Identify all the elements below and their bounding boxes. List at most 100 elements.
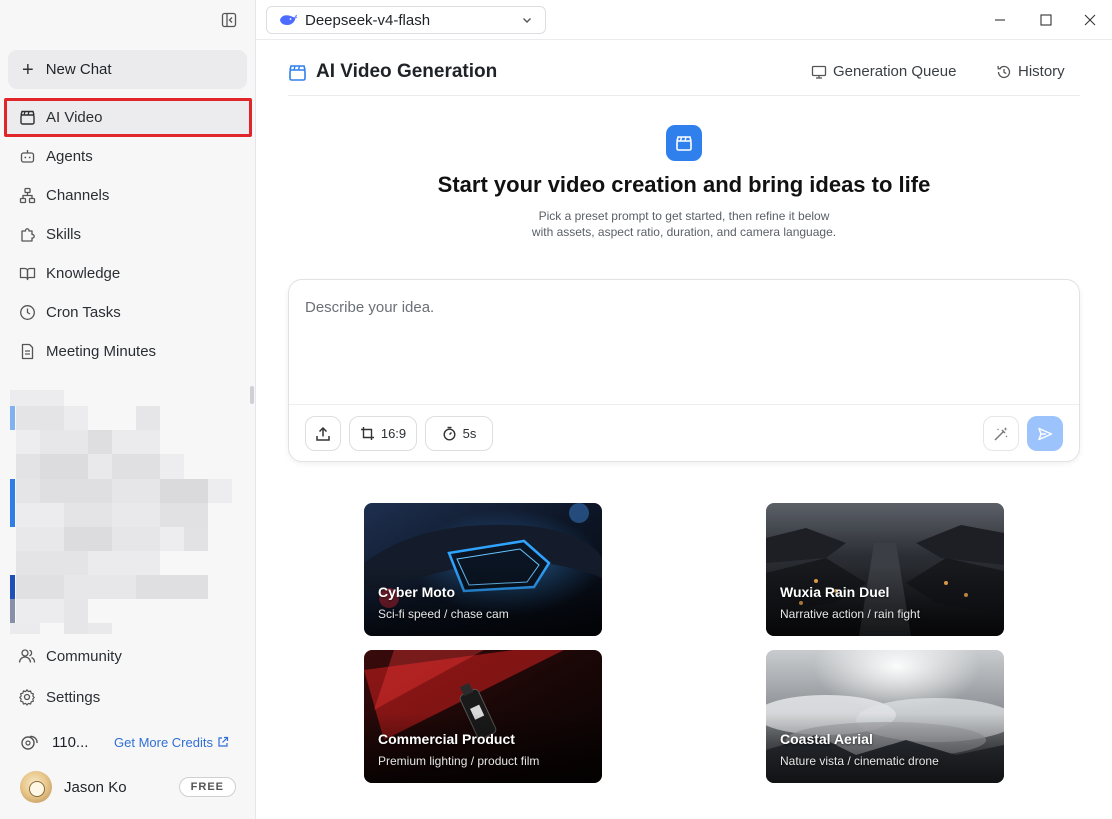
sidebar-item-community[interactable]: Community — [18, 644, 122, 668]
generation-queue-button[interactable]: Generation Queue — [811, 63, 956, 80]
sidebar-item-label: Agents — [46, 148, 93, 165]
preset-title: Wuxia Rain Duel — [780, 584, 890, 600]
sidebar-item-label: Knowledge — [46, 265, 121, 282]
avatar — [20, 771, 52, 803]
duration-button[interactable]: 5s — [425, 416, 493, 451]
topbar-divider — [256, 39, 1112, 40]
aspect-ratio-value: 16:9 — [380, 426, 407, 441]
gear-icon — [18, 688, 36, 706]
close-button[interactable] — [1080, 10, 1100, 30]
generation-queue-label: Generation Queue — [833, 63, 957, 80]
sidebar-nav: AI Video Agents Channels Skills Knowledg… — [4, 98, 252, 371]
history-label: History — [1018, 63, 1065, 80]
close-icon — [1084, 14, 1096, 26]
preset-card-commercial-product[interactable]: Commercial Product Premium lighting / pr… — [364, 650, 602, 783]
sidebar-collapse-icon — [221, 12, 237, 28]
preset-subtitle: Nature vista / cinematic drone — [780, 754, 939, 768]
book-icon — [18, 265, 36, 283]
video-badge-icon — [666, 125, 702, 161]
send-icon — [1038, 427, 1053, 440]
prompt-input[interactable] — [289, 280, 1079, 404]
prompt-composer: 16:9 5s — [288, 279, 1080, 462]
magic-wand-icon — [994, 426, 1008, 440]
hero-title: Start your video creation and bring idea… — [437, 172, 931, 197]
preset-title: Commercial Product — [378, 731, 515, 747]
chevron-down-icon — [523, 18, 531, 23]
sidebar-scrollbar[interactable] — [250, 386, 254, 404]
sidebar-item-meeting-minutes[interactable]: Meeting Minutes — [4, 332, 252, 371]
community-label: Community — [46, 647, 122, 665]
timer-icon — [442, 426, 457, 441]
duration-value: 5s — [462, 426, 477, 441]
preset-title: Cyber Moto — [378, 584, 455, 600]
preset-card-wuxia-rain-duel[interactable]: Wuxia Rain Duel Narrative action / rain … — [766, 503, 1004, 636]
settings-label: Settings — [46, 688, 101, 706]
sidebar-item-label: Skills — [46, 226, 82, 243]
hero-subtitle-line-2: with assets, aspect ratio, duration, and… — [531, 225, 837, 239]
monitor-icon — [811, 64, 827, 80]
document-icon — [18, 343, 36, 361]
hero-subtitle: Pick a preset prompt to get started, the… — [288, 208, 1080, 240]
page-title: AI Video Generation — [288, 61, 497, 83]
upload-icon — [315, 426, 331, 442]
page-title-text: AI Video Generation — [316, 61, 498, 82]
preset-card-coastal-aerial[interactable]: Coastal Aerial Nature vista / cinematic … — [766, 650, 1004, 783]
clapperboard-icon — [18, 109, 36, 127]
model-selector[interactable]: Deepseek-v4-flash — [266, 6, 546, 34]
card-shade — [766, 713, 1004, 783]
crop-icon — [360, 426, 375, 441]
user-profile[interactable]: Jason Ko FREE — [20, 770, 236, 804]
aspect-ratio-button[interactable]: 16:9 — [349, 416, 417, 451]
user-name: Jason Ko — [64, 778, 127, 796]
redacted-chat-history — [10, 390, 232, 634]
upload-asset-button[interactable] — [305, 416, 341, 451]
network-icon — [18, 187, 36, 205]
history-button[interactable]: History — [996, 63, 1065, 80]
new-chat-button[interactable]: + New Chat — [8, 50, 247, 89]
composer-divider — [289, 404, 1079, 405]
whale-icon — [279, 13, 297, 27]
sidebar-item-label: AI Video — [46, 109, 103, 126]
credits-row: 110... Get More Credits — [20, 730, 240, 754]
model-name: Deepseek-v4-flash — [305, 11, 431, 29]
preset-subtitle: Premium lighting / product film — [378, 754, 540, 768]
sidebar-item-settings[interactable]: Settings — [18, 685, 100, 709]
external-link-icon — [218, 736, 229, 747]
sidebar-item-cron-tasks[interactable]: Cron Tasks — [4, 293, 252, 332]
card-shade — [364, 566, 602, 636]
preset-subtitle: Sci-fi speed / chase cam — [378, 607, 509, 621]
sidebar: + New Chat AI Video Agents Channels Skil… — [0, 0, 256, 819]
minimize-icon — [995, 19, 1005, 21]
sidebar-item-agents[interactable]: Agents — [4, 137, 252, 176]
sidebar-item-knowledge[interactable]: Knowledge — [4, 254, 252, 293]
sidebar-item-label: Meeting Minutes — [46, 343, 157, 360]
page-header: AI Video Generation Generation Queue His… — [288, 58, 1080, 96]
get-more-credits-link[interactable]: Get More Credits — [114, 735, 229, 750]
new-chat-label: New Chat — [45, 61, 112, 78]
bot-icon — [18, 148, 36, 166]
coins-icon — [20, 732, 40, 752]
enhance-prompt-button[interactable] — [983, 416, 1019, 451]
credits-balance: 110... — [52, 733, 89, 751]
sidebar-item-label: Cron Tasks — [46, 304, 121, 321]
clapperboard-icon — [288, 63, 307, 82]
plus-icon: + — [22, 58, 34, 81]
sidebar-item-label: Channels — [46, 187, 110, 204]
hero-subtitle-line-1: Pick a preset prompt to get started, the… — [538, 209, 830, 223]
history-icon — [996, 64, 1012, 80]
collapse-sidebar-button[interactable] — [219, 10, 239, 30]
maximize-button[interactable] — [1036, 10, 1056, 30]
sidebar-item-channels[interactable]: Channels — [4, 176, 252, 215]
card-shade — [364, 713, 602, 783]
preset-subtitle: Narrative action / rain fight — [780, 607, 921, 621]
sidebar-item-ai-video[interactable]: AI Video — [4, 98, 252, 137]
maximize-icon — [1040, 14, 1052, 26]
preset-title: Coastal Aerial — [780, 731, 873, 747]
minimize-button[interactable] — [990, 10, 1010, 30]
preset-card-cyber-moto[interactable]: Cyber Moto Sci-fi speed / chase cam — [364, 503, 602, 636]
sidebar-item-skills[interactable]: Skills — [4, 215, 252, 254]
plan-badge: FREE — [178, 777, 236, 797]
get-more-credits-label: Get More Credits — [114, 734, 213, 750]
send-button[interactable] — [1027, 416, 1063, 451]
puzzle-icon — [18, 226, 36, 244]
